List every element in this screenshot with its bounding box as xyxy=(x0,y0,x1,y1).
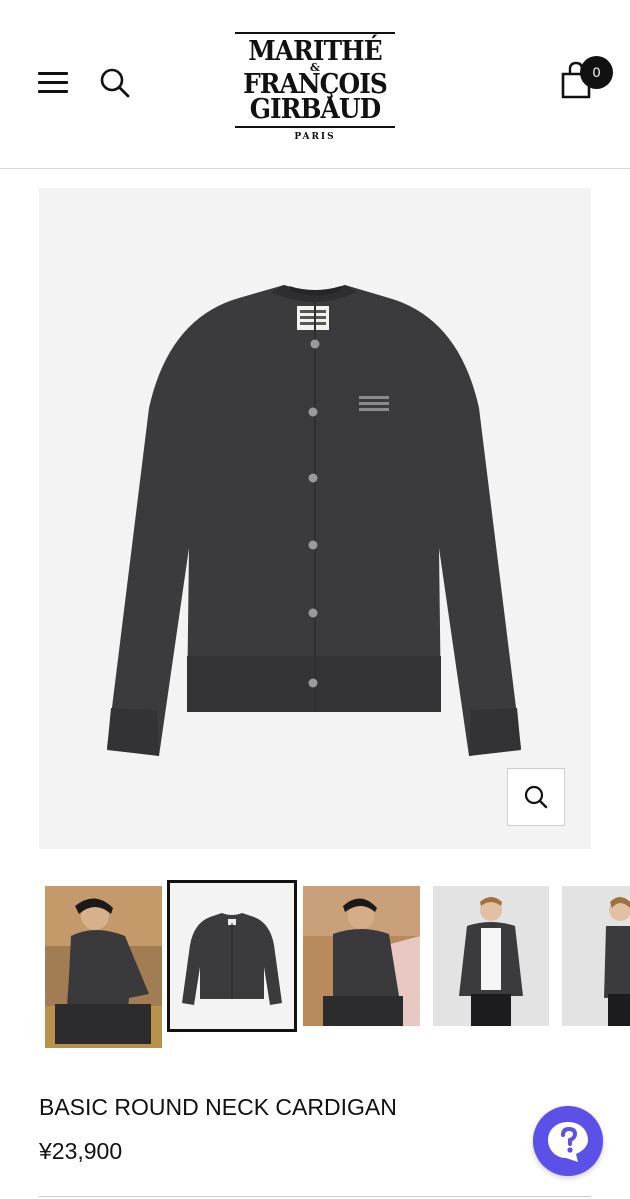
thumbnail-model-seated-straw[interactable] xyxy=(45,886,162,1048)
thumbnail-product-flat[interactable] xyxy=(167,880,297,1032)
product-title: BASIC ROUND NECK CARDIGAN xyxy=(39,1094,397,1120)
cart-count-badge: 0 xyxy=(580,56,613,89)
thumbnail-model-side-studio[interactable] xyxy=(562,886,630,1026)
hamburger-menu-icon[interactable] xyxy=(38,70,70,96)
thumbnail-model-front-studio[interactable] xyxy=(433,886,549,1026)
thumbnail-model-seated-blanket[interactable] xyxy=(303,886,420,1026)
search-icon[interactable] xyxy=(99,67,131,99)
product-price: ¥23,900 xyxy=(39,1138,123,1164)
zoom-button[interactable] xyxy=(507,768,565,826)
section-divider xyxy=(39,1196,591,1197)
site-header: MARITHÉ & FRANÇOIS GIRBAUD PARIS 0 xyxy=(0,0,630,169)
product-main-image[interactable] xyxy=(39,188,591,849)
logo-line-3: GIRBAUD xyxy=(249,94,381,125)
chat-question-icon xyxy=(548,1122,588,1162)
help-chat-button[interactable] xyxy=(533,1106,603,1176)
zoom-icon xyxy=(524,785,548,809)
logo-line-1: MARITHÉ xyxy=(248,36,382,67)
brand-logo[interactable]: MARITHÉ & FRANÇOIS GIRBAUD PARIS xyxy=(235,32,395,142)
thumbnail-carousel[interactable] xyxy=(0,880,630,1050)
logo-city: PARIS xyxy=(294,132,336,142)
